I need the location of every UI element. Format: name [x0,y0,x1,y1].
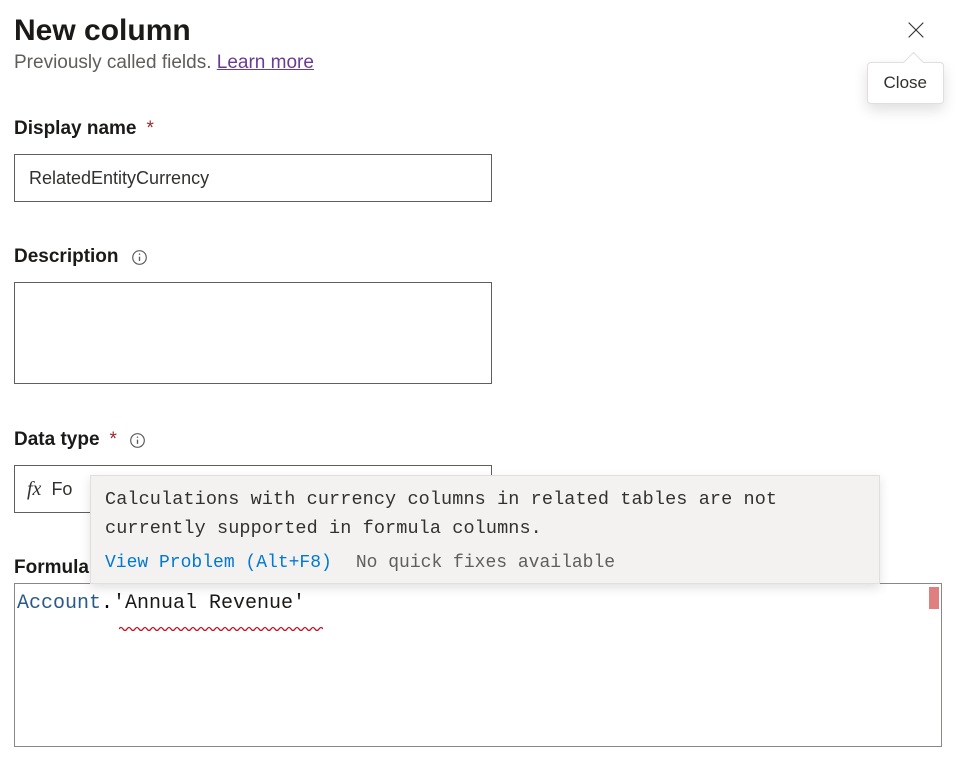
formula-token-account: Account [17,592,101,615]
description-label: Description [14,246,944,268]
display-name-input[interactable] [14,154,492,202]
fx-icon: fx [27,478,41,501]
formula-editor[interactable]: Account.'Annual Revenue' [14,583,942,747]
no-quick-fixes-text: No quick fixes available [356,553,615,573]
minimap-error-marker [929,587,939,609]
page-title: New column [14,14,314,48]
data-type-label: Data type * [14,429,944,451]
required-star-icon: * [147,118,154,140]
error-tooltip: Calculations with currency columns in re… [90,475,880,584]
data-type-value: Fo [51,479,72,500]
required-star-icon: * [110,429,117,451]
error-message: Calculations with currency columns in re… [91,476,879,549]
info-icon[interactable] [131,248,149,266]
close-tooltip: Close [867,62,944,104]
learn-more-link[interactable]: Learn more [217,52,314,73]
formula-token-dot: . [101,592,113,615]
data-type-label-text: Data type [14,429,100,451]
description-label-text: Description [14,246,119,268]
subtitle: Previously called fields. Learn more [14,52,314,74]
display-name-label-text: Display name [14,118,137,140]
close-icon [905,19,927,46]
subtitle-text: Previously called fields. [14,52,217,73]
view-problem-link[interactable]: View Problem (Alt+F8) [105,553,332,573]
close-button[interactable] [902,18,930,46]
formula-token-rest: 'Annual Revenue' [113,592,305,615]
close-tooltip-text: Close [884,73,927,92]
error-squiggle-icon [119,615,323,621]
info-icon[interactable] [129,431,147,449]
description-input[interactable] [14,282,492,384]
display-name-label: Display name * [14,118,944,140]
